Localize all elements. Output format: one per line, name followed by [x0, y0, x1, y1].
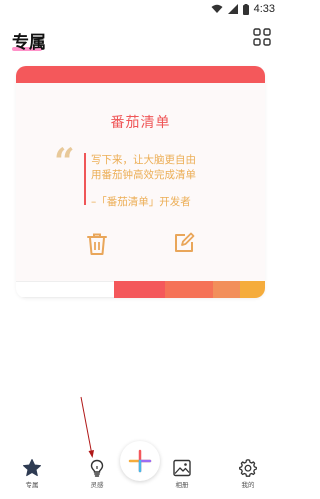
tomato-list-card[interactable]: 番茄清单 “ 写下来，让大脑更自由 用番茄钟高效完成清单 –「番茄清单」开发者: [16, 66, 265, 298]
quote-line: 用番茄钟高效完成清单: [91, 169, 196, 181]
grid-icon[interactable]: [253, 28, 271, 46]
nav-label: 相册: [175, 481, 189, 489]
palette-swatch: [165, 281, 213, 298]
nav-label: 我的: [241, 481, 255, 489]
image-icon: [173, 459, 191, 477]
lightbulb-icon: [90, 459, 104, 477]
quote-text: 写下来，让大脑更自由 用番茄钟高效完成清单: [91, 153, 231, 183]
annotation-arrow-icon: [80, 396, 94, 458]
page-title: 专属: [12, 33, 46, 53]
palette-swatch: [16, 281, 114, 298]
wifi-icon: [211, 4, 223, 13]
quote-line: 写下来，让大脑更自由: [91, 154, 196, 166]
palette-swatch: [114, 281, 165, 298]
trash-icon[interactable]: [86, 232, 108, 256]
app-screen: 4:33 专属 番茄清单 “ 写下来，让大脑更自由 用番茄钟高效完成清单 –「番…: [0, 0, 281, 499]
gear-icon: [239, 459, 257, 477]
palette-swatch: [240, 281, 265, 298]
card-top-band: [16, 66, 265, 83]
nav-label: 专属: [25, 481, 39, 489]
quote-mark-icon: “: [54, 141, 75, 183]
signal-icon: [227, 4, 238, 14]
card-title: 番茄清单: [110, 115, 171, 131]
status-bar: 4:33: [0, 0, 281, 20]
nav-item-exclusive[interactable]: 专属: [12, 458, 52, 489]
quote-source: –「番茄清单」开发者: [91, 196, 191, 208]
status-time: 4:33: [253, 3, 275, 15]
color-palette-bar: [16, 281, 265, 298]
quote-divider: [84, 153, 86, 205]
edit-icon[interactable]: [173, 232, 195, 254]
bottom-nav: 专属 灵感 相册 我的: [0, 458, 281, 499]
palette-swatch: [213, 281, 240, 298]
nav-item-album[interactable]: 相册: [162, 458, 202, 489]
status-icons: 4:33: [211, 3, 275, 15]
battery-icon: [242, 3, 249, 15]
nav-item-inspiration[interactable]: 灵感: [77, 458, 117, 489]
nav-label: 灵感: [90, 481, 104, 489]
star-icon: [23, 459, 41, 477]
nav-item-mine[interactable]: 我的: [228, 458, 268, 489]
